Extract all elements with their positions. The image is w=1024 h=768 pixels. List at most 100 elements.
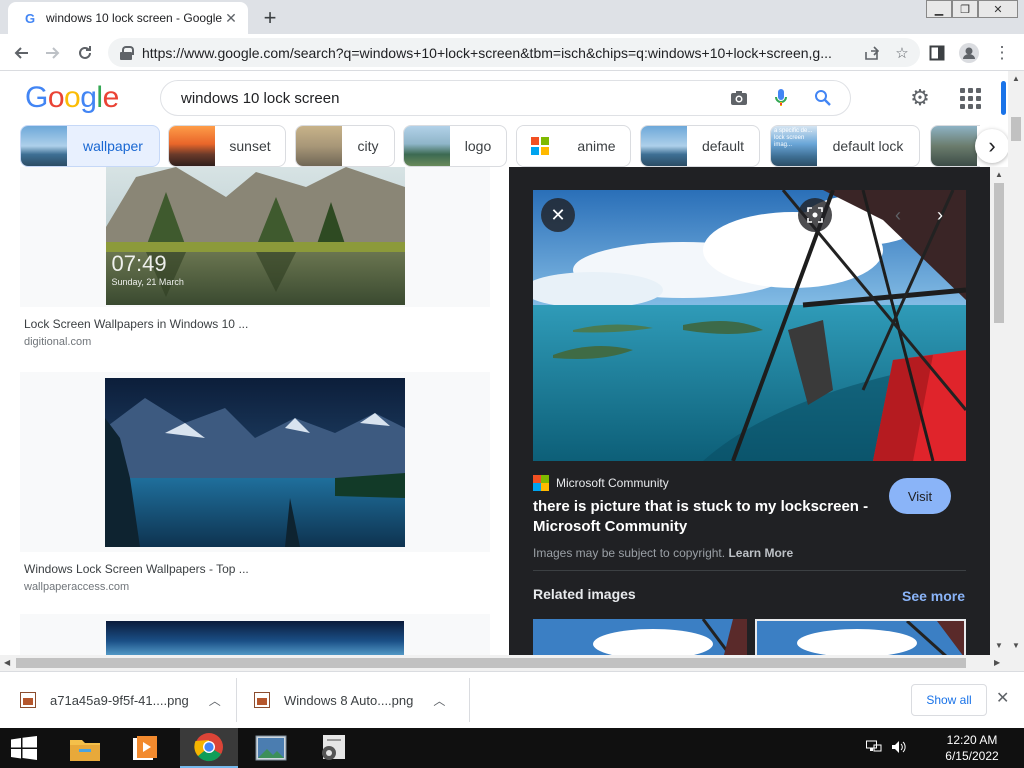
forward-arrow-icon[interactable]: [40, 40, 66, 66]
chip-thumbnail: [296, 126, 342, 166]
scroll-up-arrow-icon[interactable]: ▲: [1012, 74, 1020, 83]
chip-thumbnail: a specific de... lock screen imag...: [771, 126, 817, 166]
new-tab-button[interactable]: +: [258, 5, 282, 30]
learn-more-link[interactable]: Learn More: [728, 546, 793, 560]
search-icon[interactable]: [808, 83, 838, 113]
browser-menu-icon[interactable]: ⋮: [989, 40, 1015, 66]
page-scrollbar[interactable]: ▲ ▼: [1008, 71, 1024, 655]
horizontal-scrollbar[interactable]: ◀ ▶: [0, 655, 1024, 671]
chip-sunset[interactable]: sunset: [168, 125, 286, 167]
settings-app-icon[interactable]: [304, 728, 362, 768]
chrome-icon[interactable]: [180, 728, 238, 768]
lock-date-text: Sunday, 21 March: [111, 277, 184, 287]
tab-close-icon[interactable]: ✕: [222, 9, 240, 27]
restore-button[interactable]: ❐: [952, 0, 978, 18]
lens-search-icon[interactable]: [798, 198, 832, 232]
minimize-button[interactable]: ▁: [926, 0, 952, 18]
result-site[interactable]: digitional.com: [24, 336, 490, 348]
media-player-icon[interactable]: [116, 728, 174, 768]
windows-start-icon[interactable]: [10, 736, 38, 760]
google-apps-icon[interactable]: [957, 85, 983, 111]
file-explorer-icon[interactable]: [56, 728, 114, 768]
next-image-icon[interactable]: ›: [923, 198, 957, 232]
chip-default[interactable]: default: [640, 125, 760, 167]
network-icon[interactable]: [866, 740, 882, 757]
divider: [533, 570, 966, 571]
preview-title[interactable]: there is picture that is stuck to my loc…: [533, 497, 873, 537]
result-card[interactable]: 07:49 Sunday, 21 March Lock Screen Wallp…: [20, 167, 490, 348]
result-image[interactable]: 07:49 Sunday, 21 March: [105, 167, 405, 305]
settings-gear-icon[interactable]: ⚙: [907, 85, 933, 111]
result-title[interactable]: Lock Screen Wallpapers in Windows 10 ...: [24, 317, 490, 331]
chip-anime[interactable]: anime: [516, 125, 631, 167]
related-image-thumb[interactable]: [755, 619, 966, 655]
back-arrow-icon[interactable]: [8, 40, 34, 66]
share-icon[interactable]: [860, 41, 884, 65]
close-preview-icon[interactable]: ✕: [541, 198, 575, 232]
related-image-thumb[interactable]: [533, 619, 747, 655]
visit-button[interactable]: Visit: [889, 478, 951, 514]
previous-image-icon[interactable]: ‹: [881, 198, 915, 232]
search-input[interactable]: windows 10 lock screen: [181, 90, 724, 107]
download-item[interactable]: Windows 8 Auto....png ︿: [254, 680, 445, 720]
logo-letter: G: [25, 81, 48, 114]
preview-scrollbar-thumb[interactable]: [994, 183, 1004, 323]
chip-next-arrow-icon[interactable]: ›: [975, 129, 1009, 163]
scroll-right-arrow-icon[interactable]: ▶: [994, 658, 1000, 667]
image-results: 07:49 Sunday, 21 March Lock Screen Wallp…: [0, 167, 508, 655]
result-image[interactable]: [105, 377, 405, 547]
result-card[interactable]: [20, 614, 490, 655]
chevron-up-icon[interactable]: ︿: [209, 692, 221, 709]
side-panel-icon[interactable]: [924, 40, 950, 66]
show-all-downloads-button[interactable]: Show all: [911, 684, 987, 716]
chevron-up-icon[interactable]: ︿: [433, 692, 445, 709]
camera-icon[interactable]: [724, 83, 754, 113]
volume-icon[interactable]: [891, 740, 907, 757]
lock-icon[interactable]: [120, 45, 134, 60]
result-site[interactable]: wallpaperaccess.com: [24, 581, 490, 593]
close-window-button[interactable]: ✕: [978, 0, 1018, 18]
scroll-left-arrow-icon[interactable]: ◀: [4, 658, 10, 667]
bookmark-star-icon[interactable]: ☆: [890, 41, 914, 65]
browser-titlebar: G windows 10 lock screen - Google ✕ + ▁ …: [0, 0, 1024, 34]
chip-thumbnail: [931, 126, 977, 166]
microphone-icon[interactable]: [766, 83, 796, 113]
microsoft-logo-icon: [533, 475, 549, 491]
tab-title: windows 10 lock screen - Google: [46, 11, 222, 25]
scroll-down-arrow-icon[interactable]: ▼: [995, 641, 1003, 650]
chip-label: default lock: [832, 138, 904, 154]
chip-city[interactable]: city: [295, 125, 395, 167]
download-item[interactable]: a71a45a9-9f5f-41....png ︿: [20, 680, 221, 720]
sign-in-button[interactable]: [1001, 81, 1006, 115]
image-file-icon: [254, 692, 270, 708]
page-scrollbar-thumb[interactable]: [1011, 117, 1021, 141]
chip-default-lock[interactable]: a specific de... lock screen imag... def…: [770, 125, 920, 167]
browser-tab[interactable]: G windows 10 lock screen - Google ✕: [8, 2, 248, 34]
address-bar[interactable]: https://www.google.com/search?q=windows+…: [108, 38, 920, 67]
chip-logo[interactable]: logo: [403, 125, 507, 167]
scroll-up-arrow-icon[interactable]: ▲: [995, 170, 1003, 179]
see-more-link[interactable]: See more: [902, 588, 965, 604]
copyright-note: Images may be subject to copyright. Lear…: [533, 546, 793, 560]
close-download-bar-icon[interactable]: ✕: [996, 688, 1009, 708]
reload-icon[interactable]: [72, 40, 98, 66]
photos-app-icon[interactable]: [242, 728, 300, 768]
result-card[interactable]: Windows Lock Screen Wallpapers - Top ...…: [20, 372, 490, 593]
profile-avatar-icon[interactable]: [956, 40, 982, 66]
download-filename: a71a45a9-9f5f-41....png: [50, 692, 189, 708]
google-logo[interactable]: Google: [25, 81, 119, 115]
system-clock[interactable]: 12:20 AM 6/15/2022: [936, 732, 1008, 764]
chip-partial[interactable]: [930, 125, 980, 167]
search-box[interactable]: windows 10 lock screen: [160, 80, 851, 116]
preview-scrollbar[interactable]: ▲ ▼: [990, 167, 1008, 655]
horizontal-scrollbar-thumb[interactable]: [16, 658, 966, 668]
more-options-icon[interactable]: ⋮: [839, 198, 873, 232]
chip-wallpaper[interactable]: wallpaper: [20, 125, 160, 167]
result-image[interactable]: [106, 621, 404, 655]
result-title[interactable]: Windows Lock Screen Wallpapers - Top ...: [24, 562, 490, 576]
preview-source[interactable]: Microsoft Community: [533, 475, 669, 491]
chip-thumbnail: [21, 126, 67, 166]
preview-image[interactable]: ✕ ⋮ ‹ ›: [533, 190, 966, 461]
image-preview-panel: ✕ ⋮ ‹ › Microsoft Community there is pic…: [509, 167, 990, 655]
scroll-down-arrow-icon[interactable]: ▼: [1012, 641, 1020, 650]
